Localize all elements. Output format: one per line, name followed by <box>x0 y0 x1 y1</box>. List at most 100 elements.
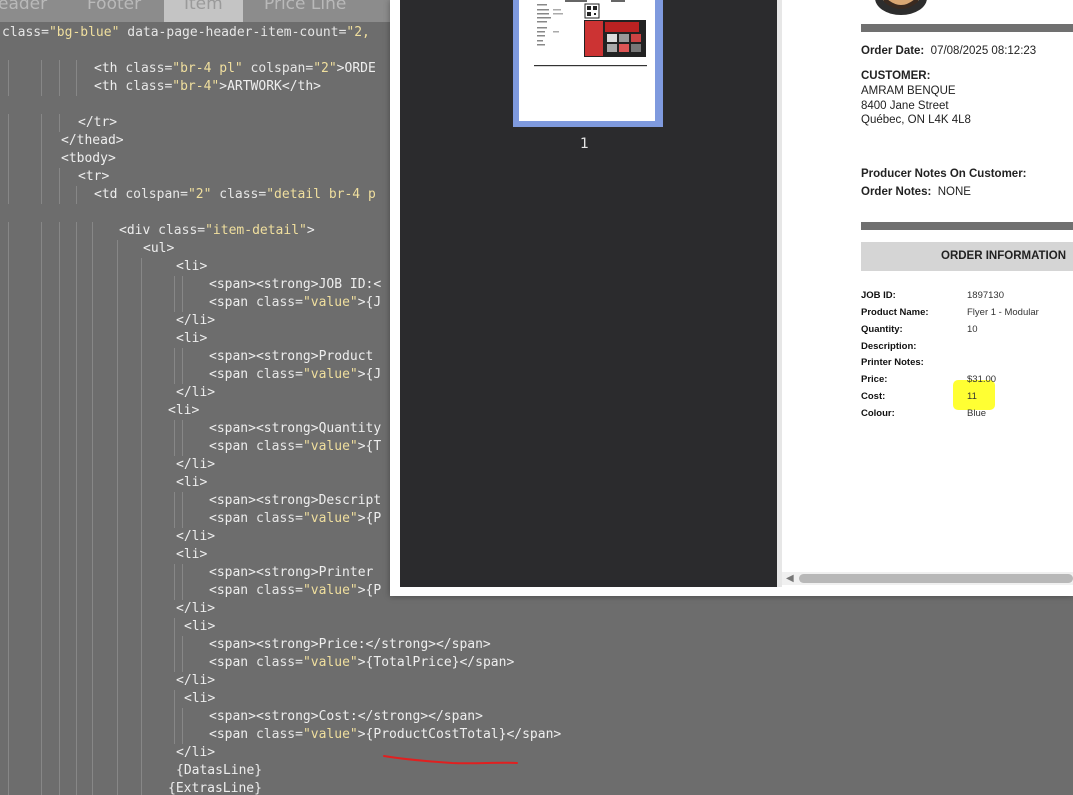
indent-guide <box>76 222 77 240</box>
indent-guide <box>59 312 60 330</box>
customer-avatar-icon <box>875 0 927 15</box>
code-line: <td colspan="2" class="detail br-4 p <box>94 186 376 204</box>
section-divider <box>861 24 1073 32</box>
indent-guide <box>59 528 60 546</box>
indent-guide <box>117 438 118 456</box>
indent-guide <box>59 474 60 492</box>
indent-guide <box>92 780 93 795</box>
indent-guide <box>76 258 77 276</box>
page-thumbnail-frame[interactable] <box>513 0 663 127</box>
indent-guide <box>117 708 118 726</box>
indent-guide <box>76 402 77 420</box>
code-token: >{T <box>357 439 382 454</box>
indent-guide <box>76 600 77 618</box>
scrollbar-thumb[interactable] <box>799 574 1073 583</box>
scroll-left-arrow-icon[interactable]: ◀ <box>786 573 794 584</box>
indent-guide <box>41 168 42 186</box>
indent-guide <box>59 420 60 438</box>
indent-guide <box>182 276 183 294</box>
indent-guide <box>76 60 77 78</box>
indent-guide <box>41 582 42 600</box>
code-token: </li> <box>176 313 216 328</box>
item-value: Blue <box>967 408 987 419</box>
indent-guide <box>41 330 42 348</box>
code-token: <span <box>209 367 256 382</box>
customer-street: 8400 Jane Street <box>861 100 949 112</box>
indent-guide <box>41 780 42 795</box>
indent-guide <box>59 618 60 636</box>
code-token: <span><strong>Descript <box>209 493 382 508</box>
code-token: class= <box>255 295 303 310</box>
indent-guide <box>41 546 42 564</box>
indent-guide <box>92 636 93 654</box>
indent-guide <box>59 510 60 528</box>
indent-guide <box>117 366 118 384</box>
indent-guide <box>92 510 93 528</box>
code-token: <span <box>209 655 256 670</box>
code-token: </li> <box>176 457 216 472</box>
indent-guide <box>141 276 142 294</box>
code-token: <span><strong>Cost:</strong></span> <box>209 709 483 724</box>
indent-guide <box>174 510 175 528</box>
code-token: </li> <box>176 745 216 760</box>
indent-guide <box>8 438 9 456</box>
indent-guide <box>41 294 42 312</box>
red-underline-annotation <box>383 755 518 765</box>
indent-guide <box>59 402 60 420</box>
indent-guide <box>8 672 9 690</box>
code-token: <li> <box>168 403 200 418</box>
indent-guide <box>76 618 77 636</box>
code-token: class= <box>255 439 303 454</box>
thumbnail-pane[interactable]: 1 <box>400 0 777 587</box>
indent-guide <box>141 672 142 690</box>
indent-guide <box>41 438 42 456</box>
horizontal-scrollbar[interactable]: ◀ <box>782 572 1073 585</box>
indent-guide <box>76 348 77 366</box>
code-line: <li> <box>184 618 215 636</box>
code-line: <span class="value">{ProductCostTotal}</… <box>209 726 561 744</box>
code-line: <tr> <box>78 168 109 186</box>
code-token: <div <box>119 223 159 238</box>
indent-guide <box>117 672 118 690</box>
tab-header[interactable]: eader <box>0 0 47 22</box>
indent-guide <box>8 546 9 564</box>
item-value: 1897130 <box>967 290 1004 301</box>
indent-guide <box>92 330 93 348</box>
indent-guide <box>92 600 93 618</box>
indent-guide <box>117 258 118 276</box>
indent-guide <box>8 330 9 348</box>
code-token: >{P <box>357 583 382 598</box>
item-label: Quantity: <box>861 324 903 335</box>
indent-guide <box>8 258 9 276</box>
indent-guide <box>41 312 42 330</box>
indent-guide <box>92 294 93 312</box>
indent-guide <box>141 744 142 762</box>
tab-price-line[interactable]: Price Line <box>264 0 346 22</box>
indent-guide <box>41 150 42 168</box>
indent-guide <box>76 240 77 258</box>
code-line: <span class="value">{J <box>209 294 381 312</box>
code-token: >{TotalPrice}</span> <box>357 655 515 670</box>
indent-guide <box>8 114 9 132</box>
code-line: <span class="value">{T <box>209 438 381 456</box>
indent-guide <box>92 402 93 420</box>
indent-guide <box>117 240 118 258</box>
indent-guide <box>182 366 183 384</box>
indent-guide <box>92 438 93 456</box>
code-line: <span><strong>Quantity <box>209 420 381 438</box>
indent-guide <box>141 456 142 474</box>
tab-footer[interactable]: Footer <box>87 0 141 22</box>
indent-guide <box>117 618 118 636</box>
indent-guide <box>182 726 183 744</box>
indent-guide <box>8 456 9 474</box>
indent-guide <box>59 582 60 600</box>
indent-guide <box>41 564 42 582</box>
tab-item[interactable]: Item <box>164 0 243 22</box>
indent-guide <box>41 114 42 132</box>
code-token: <li> <box>176 547 208 562</box>
indent-guide <box>59 726 60 744</box>
code-token: class= <box>2 25 49 40</box>
indent-guide <box>8 168 9 186</box>
code-token: <ul> <box>143 241 175 256</box>
indent-guide <box>41 510 42 528</box>
